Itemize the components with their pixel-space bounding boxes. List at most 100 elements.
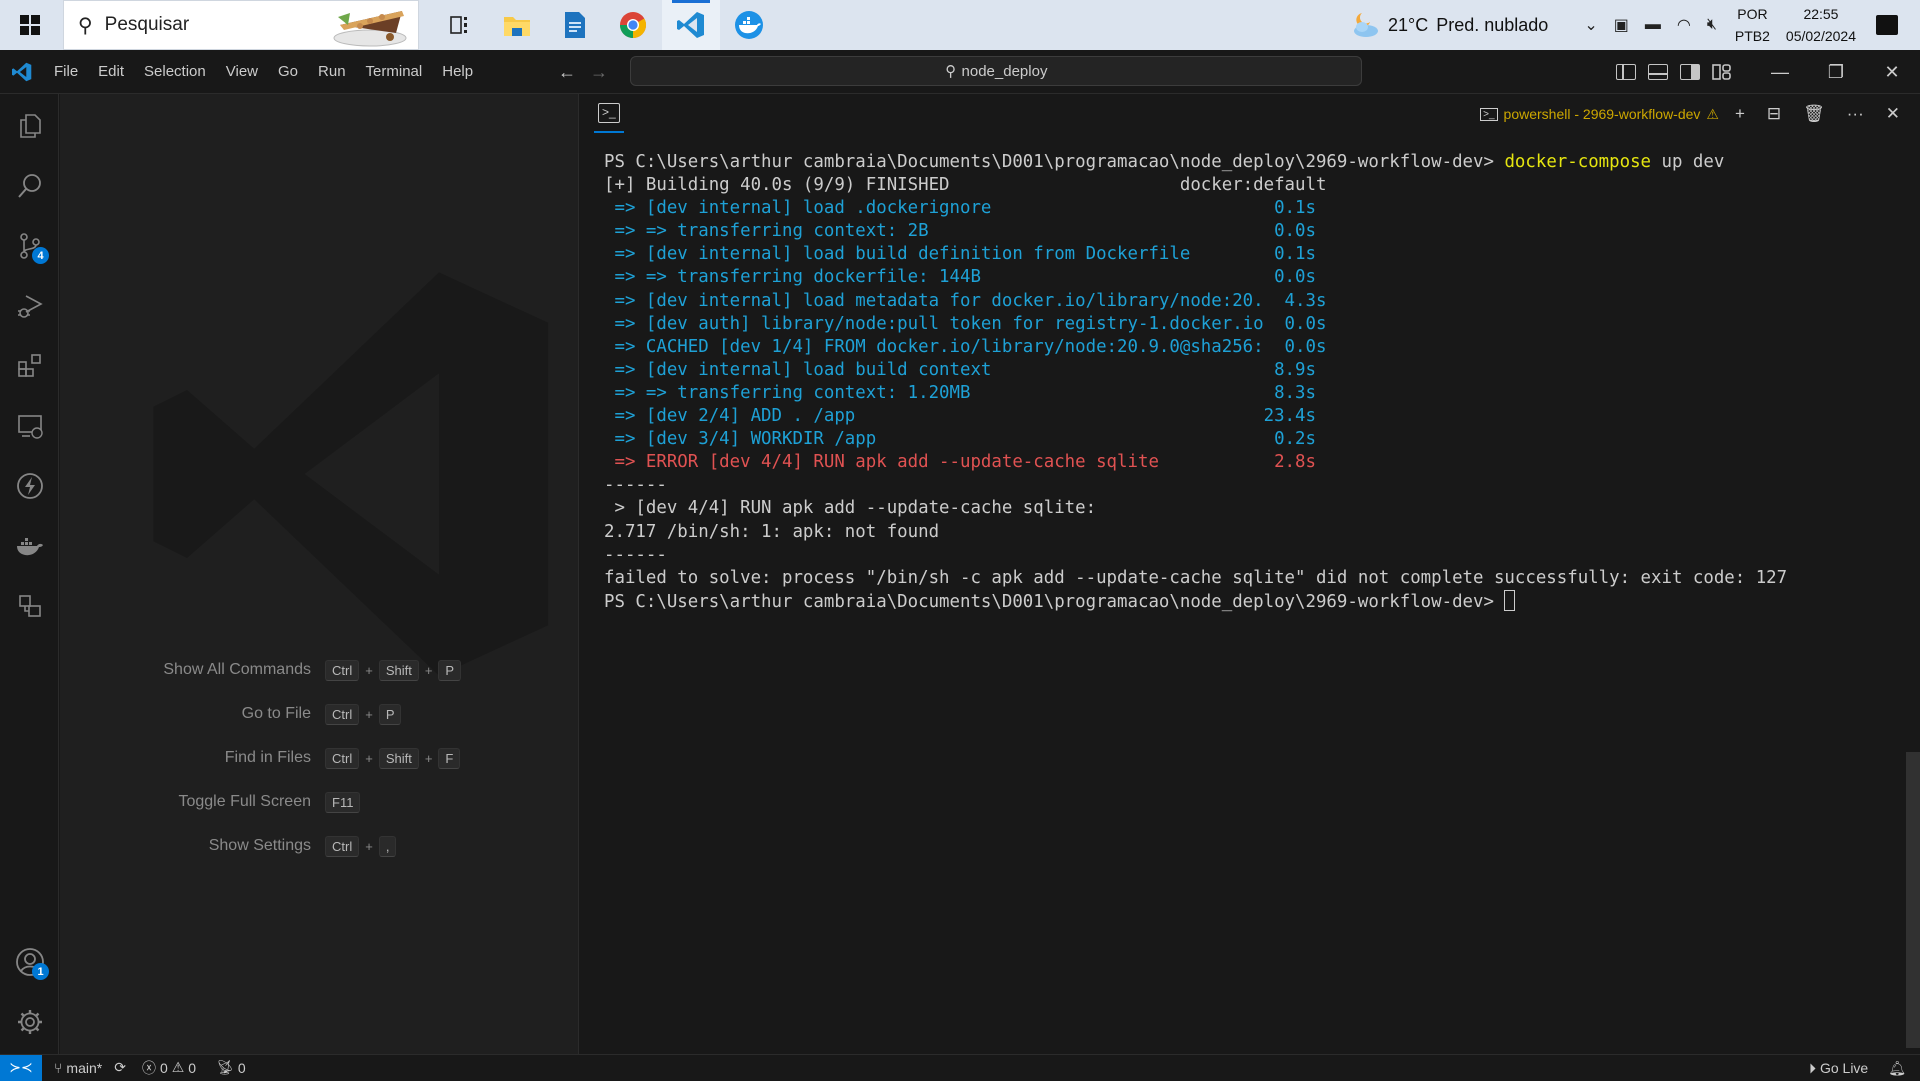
vscode-icon	[677, 12, 704, 38]
key-cap: P	[438, 659, 462, 681]
menu-run[interactable]: Run	[308, 50, 356, 94]
taskbar-app-file-explorer[interactable]	[488, 0, 546, 50]
menu-go[interactable]: Go	[268, 50, 308, 94]
terminal-line: 2.717 /bin/sh: 1: apk: not found	[604, 521, 1787, 544]
new-terminal-plus-icon[interactable]: +	[1729, 104, 1751, 124]
terminal-line: PS C:\Users\arthur cambraia\Documents\D0…	[604, 589, 1787, 614]
terminal-text: [+] Building 40.0s (9/9) FINISHED docker…	[604, 175, 1327, 196]
partly-cloudy-night-icon	[1354, 13, 1378, 37]
vscode-watermark-logo	[153, 272, 549, 676]
clock[interactable]: 22:55 05/02/2024	[1786, 3, 1856, 47]
terminal-line: => [dev auth] library/node:pull token fo…	[604, 313, 1787, 336]
terminal-output[interactable]: PS C:\Users\arthur cambraia\Documents\D0…	[604, 151, 1787, 614]
weather-widget[interactable]: 21°C Pred. nublado	[1350, 11, 1548, 39]
chrome-icon	[619, 12, 647, 39]
terminal-tab-icon[interactable]: >_	[598, 103, 620, 123]
menu-view[interactable]: View	[216, 50, 268, 94]
taskbar-app-task-view[interactable]	[430, 0, 488, 50]
terminal-line: ------	[604, 544, 1787, 567]
shortcut-show-all-commands[interactable]: Show All Commands Ctrl + Shift + P	[60, 648, 579, 692]
error-icon: ⓧ	[141, 1059, 156, 1076]
start-button[interactable]	[0, 0, 60, 50]
chevron-up-icon[interactable]: ⌄	[1584, 15, 1597, 35]
toggle-primary-sidebar-icon[interactable]	[1616, 64, 1636, 80]
git-branch[interactable]: ⑂ main*	[54, 1060, 102, 1076]
shortcut-show-settings[interactable]: Show Settings Ctrl +,	[60, 824, 579, 868]
more-actions-icon[interactable]: ···	[1841, 104, 1870, 124]
menu-help[interactable]: Help	[432, 50, 483, 94]
menu-terminal[interactable]: Terminal	[356, 50, 433, 94]
taskbar-app-chrome[interactable]	[604, 0, 662, 50]
terminal-line: PS C:\Users\arthur cambraia\Documents\D0…	[604, 151, 1787, 174]
customize-layout-icon[interactable]	[1712, 64, 1732, 80]
sync-changes[interactable]: ⟳	[114, 1059, 126, 1076]
activity-docker[interactable]	[0, 522, 59, 570]
taskbar-search[interactable]: ⚲ Pesquisar	[63, 0, 419, 50]
speaker-muted-icon[interactable]: 🔇︎	[1707, 16, 1717, 34]
close-panel-icon[interactable]: ✕	[1880, 104, 1906, 124]
editor-area: Show All Commands Ctrl + Shift + P Go to Fil…	[60, 94, 579, 1054]
activity-remote-explorer[interactable]	[0, 402, 59, 450]
shortcut-toggle-full-screen[interactable]: Toggle Full Screen F11	[60, 780, 579, 824]
close-window-button[interactable]: ✕	[1864, 62, 1920, 83]
task-view-icon	[450, 16, 467, 34]
broadcast-icon: 📡︎	[216, 1059, 234, 1075]
terminal-text: => [dev internal] load build context 8.9…	[604, 359, 1316, 380]
battery-icon[interactable]: ▬	[1645, 16, 1661, 34]
activity-explorer[interactable]	[0, 102, 59, 150]
terminal-text: PS C:\Users\arthur cambraia\Documents\D0…	[604, 152, 1505, 172]
search-highlight-pie-image	[333, 11, 407, 47]
activity-thunder-client[interactable]	[0, 462, 59, 510]
terminal-scrollbar[interactable]	[1906, 752, 1920, 1048]
input-language[interactable]: POR PTB2	[1735, 3, 1770, 47]
activity-source-control[interactable]: 4	[0, 222, 59, 270]
shortcut-go-to-file[interactable]: Go to File Ctrl + P	[60, 692, 579, 736]
taskbar-app-vscode[interactable]	[662, 0, 720, 50]
terminal-text: => => transferring context: 1.20MB 8.3s	[604, 382, 1316, 403]
warning-icon: ⚠	[171, 1059, 185, 1075]
activity-search[interactable]	[0, 162, 59, 210]
forwarded-ports[interactable]: 📡︎ 0	[216, 1059, 246, 1076]
taskbar-app-writer[interactable]	[546, 0, 604, 50]
activity-manage[interactable]	[0, 998, 59, 1046]
terminal-instance-selector[interactable]: >_ powershell - 2969-workflow-dev ⚠	[1480, 106, 1719, 123]
camera-icon[interactable]: ▣	[1614, 15, 1629, 35]
split-terminal-icon[interactable]: ⊟	[1761, 104, 1787, 124]
restore-button[interactable]: ❐	[1808, 62, 1864, 83]
navigation-arrows: ← →	[558, 50, 608, 94]
terminal-text: docker-compose	[1504, 152, 1652, 172]
wifi-icon[interactable]: ◠	[1677, 15, 1691, 35]
status-bar: ≻≺ ⑂ main* ⟳ ⓧ 0 ⚠ 0 📡︎ 0 ⏵ Go Live 🔔︎	[0, 1054, 1920, 1081]
toggle-panel-icon[interactable]	[1648, 64, 1668, 80]
notifications-icon[interactable]	[1876, 15, 1898, 35]
kill-terminal-trash-icon[interactable]: 🗑︎	[1797, 104, 1831, 124]
minimize-button[interactable]: —	[1752, 62, 1808, 83]
terminal-text: ------	[604, 544, 667, 565]
source-control-badge: 4	[32, 247, 49, 264]
window-controls: — ❐ ✕	[1610, 50, 1920, 94]
terminal-text: => [dev internal] load metadata for dock…	[604, 290, 1327, 311]
activity-extensions[interactable]	[0, 342, 59, 390]
arrow-right-icon[interactable]: →	[590, 50, 608, 94]
toggle-secondary-sidebar-icon[interactable]	[1680, 64, 1700, 80]
menu-file[interactable]: File	[44, 50, 88, 94]
windows-taskbar: ⚲ Pesquisar 21°C Pred. nublado ⌄ ▣ ▬ ◠ 🔇…	[0, 0, 1920, 50]
menu-edit[interactable]: Edit	[88, 50, 134, 94]
remote-indicator-icon[interactable]: ≻≺	[0, 1054, 42, 1081]
run-debug-icon	[17, 295, 43, 318]
arrow-left-icon[interactable]: ←	[558, 50, 576, 94]
activity-remote-containers[interactable]	[0, 582, 59, 630]
warning-icon: ⚠	[1706, 105, 1719, 122]
notifications-bell-icon[interactable]: 🔔︎	[1888, 1060, 1906, 1077]
problems-summary[interactable]: ⓧ 0 ⚠ 0	[142, 1058, 196, 1078]
activity-accounts[interactable]: 1	[0, 938, 59, 986]
taskbar-app-docker[interactable]	[720, 0, 778, 50]
key-cap: F	[438, 747, 461, 769]
terminal-text: => [dev internal] load build definition …	[604, 244, 1316, 265]
command-center[interactable]: ⚲ node_deploy	[630, 56, 1362, 86]
clock-date: 05/02/2024	[1785, 28, 1856, 44]
shortcut-find-in-files[interactable]: Find in Files Ctrl + Shift + F	[60, 736, 579, 780]
menu-selection[interactable]: Selection	[134, 50, 216, 94]
go-live-button[interactable]: ⏵ Go Live	[1809, 1060, 1868, 1077]
activity-run-debug[interactable]	[0, 282, 59, 330]
